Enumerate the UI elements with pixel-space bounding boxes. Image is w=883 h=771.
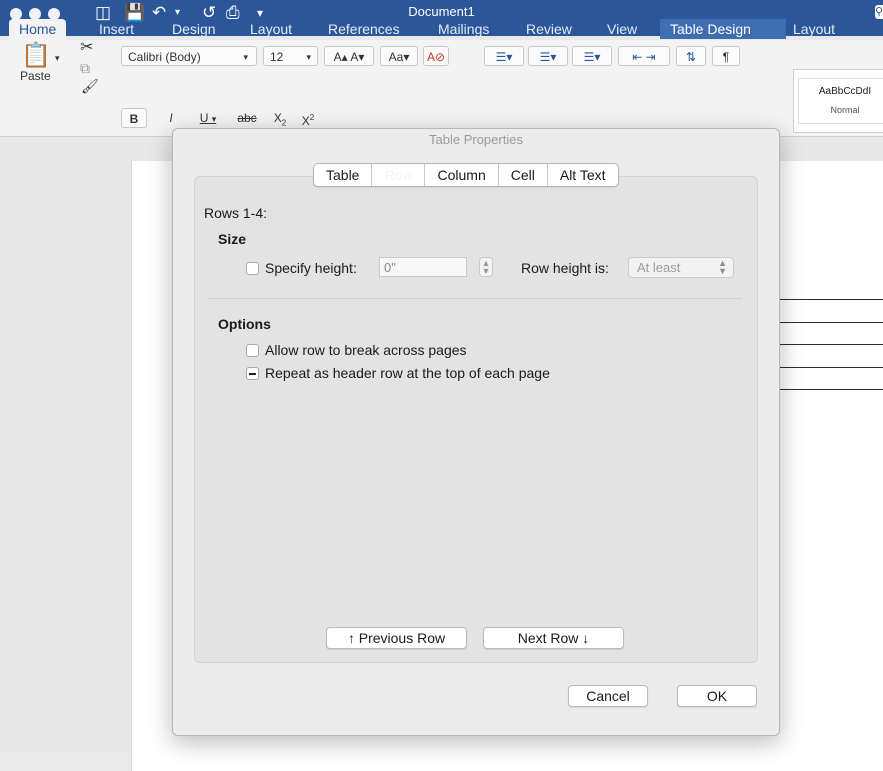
font-name-box[interactable]: Calibri (Body) ▾	[121, 46, 257, 66]
table-properties-dialog: Table Properties Table Row Column Cell A…	[172, 128, 780, 736]
ribbon: 📋 ▾ Paste ✂ ⧉ 🖌 Calibri (Body) ▾ 12 ▾ A▴…	[0, 38, 883, 137]
bullets-icon: ☰▾	[495, 50, 513, 64]
ok-button[interactable]: OK	[677, 685, 757, 707]
subscript-button[interactable]: X2	[268, 108, 292, 128]
multilevel-list-icon: ☰▾	[583, 50, 601, 64]
tab-column[interactable]: Column	[424, 164, 497, 186]
previous-row-button[interactable]: ↑ Previous Row	[326, 627, 467, 649]
tab-layout[interactable]: Layout	[240, 19, 302, 39]
row-height-is-value: At least	[637, 260, 681, 275]
tab-table-design[interactable]: Table Design	[660, 19, 786, 39]
options-heading: Options	[218, 316, 271, 332]
next-row-button[interactable]: Next Row ↓	[483, 627, 624, 649]
numbering-icon: ☰▾	[539, 50, 557, 64]
italic-button[interactable]: I	[160, 108, 182, 128]
subscript-label: X	[273, 111, 282, 125]
dialog-title: Table Properties	[429, 132, 523, 147]
tab-table[interactable]: Table	[314, 164, 371, 186]
style-normal-tile[interactable]: AaBbCcDdI Normal	[798, 78, 883, 124]
clear-formatting-icon: A⊘	[426, 50, 446, 64]
pilcrow-icon: ¶	[722, 50, 730, 64]
bold-button[interactable]: B	[121, 108, 147, 128]
tab-content-panel	[194, 176, 758, 663]
underline-dropdown-icon: ▾	[211, 114, 217, 124]
paste-dropdown-icon[interactable]: ▾	[55, 48, 60, 68]
select-arrows-icon: ▲ ▼	[718, 258, 727, 276]
height-stepper[interactable]: ▲ ▼	[479, 257, 493, 277]
style-name: Normal	[830, 105, 860, 115]
cancel-button[interactable]: Cancel	[568, 685, 648, 707]
document-title: Document1	[408, 4, 475, 19]
change-case-button[interactable]: Aa▾	[380, 46, 418, 66]
underline-label: U	[199, 111, 209, 125]
tab-references[interactable]: References	[318, 19, 410, 39]
tab-row[interactable]: Row	[371, 164, 425, 186]
font-size-dropdown-icon: ▾	[306, 52, 311, 62]
tab-alt-text[interactable]: Alt Text	[546, 164, 618, 186]
tab-home[interactable]: Home	[9, 19, 67, 40]
font-size-box[interactable]: 12 ▾	[263, 46, 318, 66]
font-name-value: Calibri (Body)	[128, 50, 201, 64]
numbering-button[interactable]: ☰▾	[528, 46, 568, 66]
tab-mailings[interactable]: Mailings	[428, 19, 499, 39]
specify-height-checkbox[interactable]	[246, 262, 259, 275]
font-size-value: 12	[270, 50, 284, 64]
search-icon[interactable]: ⚲	[875, 5, 883, 19]
grow-shrink-font-group[interactable]: A▴ A▾	[324, 46, 374, 66]
table-border-line	[778, 344, 883, 345]
height-input[interactable]	[379, 257, 467, 277]
shrink-font-icon[interactable]: A▾	[350, 50, 364, 64]
table-border-line	[778, 299, 883, 300]
row-height-is-label: Row height is:	[521, 260, 609, 276]
table-border-line	[778, 367, 883, 368]
tab-table-layout[interactable]: Layout	[783, 19, 845, 39]
underline-button[interactable]: U ▾	[190, 108, 226, 128]
paste-label[interactable]: Paste	[20, 66, 51, 86]
repeat-header-label: Repeat as header row at the top of each …	[265, 365, 550, 381]
tab-view[interactable]: View	[597, 19, 647, 39]
rows-range-label: Rows 1-4:	[204, 205, 268, 221]
bullets-button[interactable]: ☰▾	[484, 46, 524, 66]
table-border-line	[778, 322, 883, 323]
indent-group[interactable]: ⇤ ⇥	[618, 46, 670, 66]
multilevel-list-button[interactable]: ☰▾	[572, 46, 612, 66]
size-heading: Size	[218, 231, 247, 247]
strikethrough-button[interactable]: abc	[230, 108, 264, 128]
stepper-down-icon[interactable]: ▼	[482, 266, 491, 276]
section-divider	[208, 298, 742, 299]
cut-icon[interactable]: ✂	[80, 38, 93, 58]
sort-button[interactable]: ⇅	[676, 46, 706, 66]
specify-height-label: Specify height:	[265, 260, 357, 276]
font-name-dropdown-icon: ▾	[243, 52, 248, 62]
repeat-header-checkbox[interactable]	[246, 367, 259, 380]
tab-review[interactable]: Review	[516, 19, 582, 39]
show-formatting-button[interactable]: ¶	[712, 46, 740, 66]
sort-icon: ⇅	[685, 50, 697, 64]
styles-gallery[interactable]: AaBbCcDdI Normal	[793, 69, 883, 133]
superscript-label: X	[301, 114, 310, 128]
style-sample: AaBbCcDdI	[818, 86, 872, 97]
tab-cell[interactable]: Cell	[497, 164, 547, 186]
table-border-line	[778, 389, 883, 390]
superscript-button[interactable]: X2	[296, 108, 320, 128]
grow-font-icon[interactable]: A▴	[334, 50, 348, 64]
clear-formatting-button[interactable]: A⊘	[423, 46, 449, 66]
row-height-is-text: Row height is:	[521, 260, 609, 276]
change-case-icon: Aa▾	[388, 50, 410, 64]
title-bar: ◫ 💾 ↶ ▾ ↺ ⎙ ▾ Document1 ⚲ Home Insert De…	[0, 0, 883, 40]
allow-break-checkbox[interactable]	[246, 344, 259, 357]
tab-insert[interactable]: Insert	[89, 19, 144, 39]
dialog-tab-bar: Table Row Column Cell Alt Text	[313, 163, 619, 187]
copy-icon[interactable]: ⧉	[80, 58, 90, 78]
row-height-is-select[interactable]: At least ▲ ▼	[628, 257, 734, 278]
decrease-indent-icon[interactable]: ⇤	[632, 50, 642, 64]
allow-break-label: Allow row to break across pages	[265, 342, 467, 358]
format-painter-icon[interactable]: 🖌	[81, 76, 99, 96]
increase-indent-icon[interactable]: ⇥	[646, 50, 656, 64]
tab-design[interactable]: Design	[162, 19, 226, 39]
